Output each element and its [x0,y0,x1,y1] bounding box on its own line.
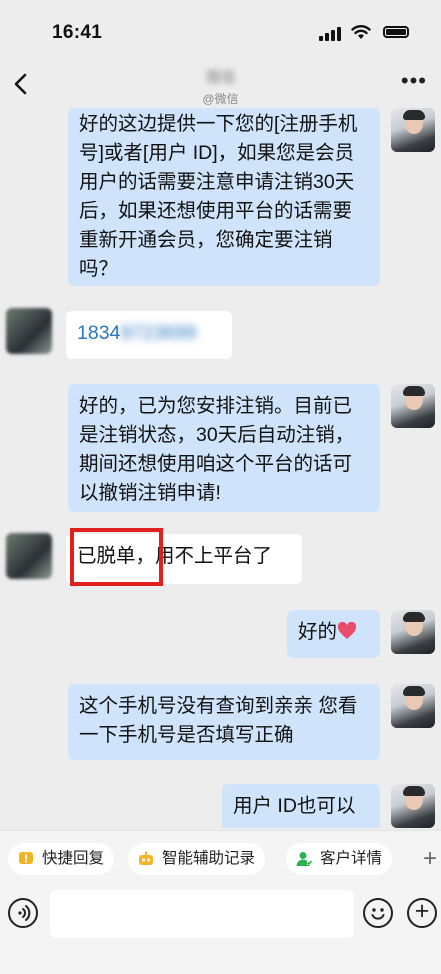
message-text: 好的这边提供一下您的[注册手机号]或者[用户 ID]，如果您是会员用户的话需要注… [79,113,358,280]
phone-number-link[interactable]: 1834 [77,322,120,344]
cellular-signal-icon [319,27,341,41]
self-avatar[interactable] [391,684,435,728]
message-bubble[interactable]: 好的这边提供一下您的[注册手机号]或者[用户 ID]，如果您是会员用户的话需要注… [68,108,380,286]
contact-avatar[interactable] [6,533,52,579]
self-avatar[interactable] [391,384,435,428]
quick-action-bar: 快捷回复 智能辅助记录 客户详情 + [0,830,441,887]
message-list[interactable]: 好的这边提供一下您的[注册手机号]或者[用户 ID]，如果您是会员用户的话需要注… [0,108,441,828]
message-bubble[interactable]: 好的 [287,610,380,658]
message-bubble[interactable]: 用户 ID也可以 [222,784,380,828]
message-input[interactable] [50,890,354,938]
highlight-box [70,528,163,586]
message-text: 好的 [298,621,338,643]
voice-input-button[interactable] [8,898,38,928]
smart-assist-button[interactable]: 智能辅助记录 [128,843,266,875]
quick-reply-button[interactable]: 快捷回复 [8,843,115,875]
self-avatar[interactable] [391,108,435,152]
customer-details-button[interactable]: 客户详情 [286,843,393,875]
voice-icon [18,905,31,921]
robot-icon [139,851,153,865]
message-bubble[interactable]: 18349723699 [66,311,232,359]
more-options-icon[interactable]: ••• [401,70,427,92]
battery-icon [383,26,409,38]
more-quick-actions-button[interactable]: + [423,845,437,873]
add-attachment-button[interactable]: + [407,898,437,928]
message-text: 这个手机号没有查询到亲亲 您看一下手机号是否填写正确 [79,695,358,746]
customer-icon [296,852,312,866]
status-time: 16:41 [52,22,103,43]
heart-emoji-icon [337,622,357,639]
message-text: 好的，已为您安排注销。目前已是注销状态，30天后自动注销，期间还想使用咱这个平台… [79,395,355,504]
message-bubble[interactable]: 这个手机号没有查询到亲亲 您看一下手机号是否填写正确 [68,684,380,760]
message-bubble[interactable]: 好的，已为您安排注销。目前已是注销状态，30天后自动注销，期间还想使用咱这个平台… [68,384,380,512]
contact-avatar[interactable] [6,308,52,354]
wifi-icon [351,25,371,39]
self-avatar[interactable] [391,610,435,654]
input-bar: + [0,886,441,974]
phone-number-redacted: 9723699 [120,322,197,344]
self-avatar[interactable] [391,784,435,828]
status-bar: 16:41 [0,0,441,60]
contact-name: 璐瑶 [205,69,236,86]
smiley-icon [371,908,385,920]
quick-reply-icon [19,852,33,864]
contact-source: @微信 [202,92,239,106]
chat-header: 璐瑶 @微信 ••• [0,60,441,110]
emoji-button[interactable] [363,898,393,928]
message-text: 用户 ID也可以 [233,795,356,817]
